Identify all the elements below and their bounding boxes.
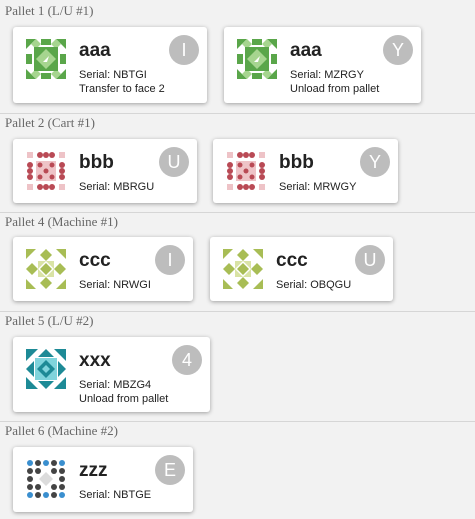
green-diamond-pattern-icon bbox=[26, 39, 66, 79]
part-name: aaa bbox=[290, 40, 322, 61]
pallet-header: Pallet 4 (Machine #1) bbox=[5, 214, 118, 229]
section-divider bbox=[0, 421, 475, 422]
pallet-header: Pallet 6 (Machine #2) bbox=[5, 423, 118, 438]
pallet-header: Pallet 2 (Cart #1) bbox=[5, 115, 95, 130]
pallet-header: Pallet 5 (L/U #2) bbox=[5, 313, 94, 328]
part-card[interactable]: bbb Serial: MBRGU U bbox=[13, 139, 197, 203]
teal-star-pattern-icon bbox=[26, 349, 66, 389]
part-badge: E bbox=[155, 455, 185, 485]
blue-dot-pattern-icon bbox=[27, 460, 65, 498]
part-name: bbb bbox=[279, 152, 314, 173]
part-badge: Y bbox=[360, 147, 390, 177]
part-serial: Serial: NBTGI bbox=[79, 69, 147, 81]
part-badge: I bbox=[169, 35, 199, 65]
part-badge: 4 bbox=[172, 345, 202, 375]
section-divider bbox=[0, 212, 475, 213]
part-name: bbb bbox=[79, 152, 114, 173]
olive-triangle-pattern-icon bbox=[26, 249, 66, 289]
part-badge: U bbox=[355, 245, 385, 275]
part-name: ccc bbox=[79, 250, 111, 271]
part-card[interactable]: aaa Serial: MZRGY Unload from pallet Y bbox=[224, 27, 421, 103]
part-action: Unload from pallet bbox=[290, 83, 380, 95]
part-serial: Serial: OBQGU bbox=[276, 279, 352, 291]
green-diamond-pattern-icon bbox=[237, 39, 277, 79]
part-card[interactable]: xxx Serial: MBZG4 Unload from pallet 4 bbox=[13, 337, 210, 412]
part-name: zzz bbox=[79, 460, 108, 481]
pallet-header: Pallet 1 (L/U #1) bbox=[5, 3, 94, 18]
part-serial: Serial: MZRGY bbox=[290, 69, 364, 81]
part-serial: Serial: MRWGY bbox=[279, 181, 357, 193]
part-badge: Y bbox=[383, 35, 413, 65]
part-name: ccc bbox=[276, 250, 308, 271]
part-serial: Serial: NBTGE bbox=[79, 489, 152, 501]
part-name: aaa bbox=[79, 40, 111, 61]
part-badge: I bbox=[155, 245, 185, 275]
red-dot-pattern-icon bbox=[227, 152, 265, 190]
part-card[interactable]: ccc Serial: OBQGU U bbox=[210, 237, 393, 301]
part-card[interactable]: zzz Serial: NBTGE E bbox=[13, 447, 193, 512]
section-divider bbox=[0, 311, 475, 312]
part-card[interactable]: bbb Serial: MRWGY Y bbox=[213, 139, 398, 203]
olive-triangle-pattern-icon bbox=[223, 249, 263, 289]
part-serial: Serial: MBRGU bbox=[79, 181, 155, 193]
section-divider bbox=[0, 113, 475, 114]
part-card[interactable]: aaa Serial: NBTGI Transfer to face 2 I bbox=[13, 27, 207, 103]
part-serial: Serial: MBZG4 bbox=[79, 379, 152, 391]
part-name: xxx bbox=[79, 350, 111, 371]
part-card[interactable]: ccc Serial: NRWGI I bbox=[13, 237, 193, 301]
part-action: Unload from pallet bbox=[79, 393, 169, 405]
part-serial: Serial: NRWGI bbox=[79, 279, 151, 291]
part-badge: U bbox=[159, 147, 189, 177]
part-action: Transfer to face 2 bbox=[79, 83, 165, 95]
red-dot-pattern-icon bbox=[27, 152, 65, 190]
